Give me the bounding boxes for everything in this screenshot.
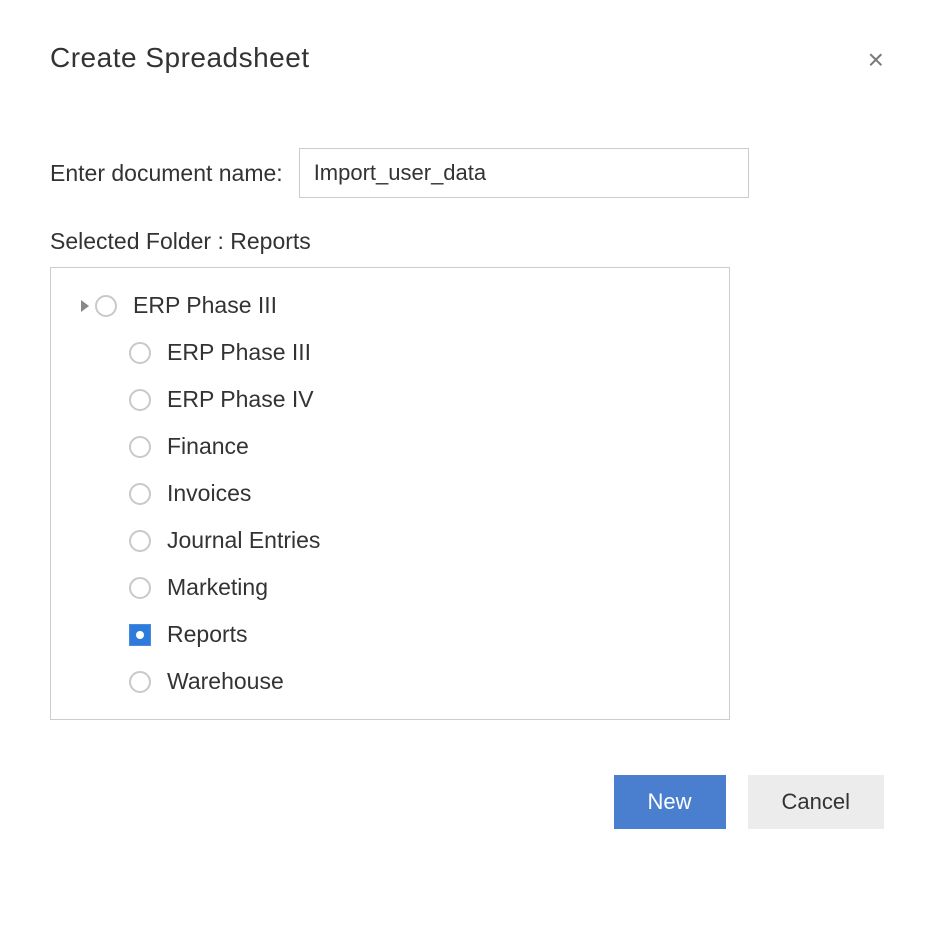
document-name-row: Enter document name: <box>50 148 892 198</box>
expand-caret-icon[interactable] <box>61 300 95 312</box>
folder-label: ERP Phase IV <box>167 386 314 413</box>
folder-label: Warehouse <box>167 668 284 695</box>
folder-tree[interactable]: ERP Phase III ERP Phase III ERP Phase IV Fi… <box>50 267 730 720</box>
new-button[interactable]: New <box>614 775 726 829</box>
dialog-title: Create Spreadsheet <box>50 42 310 74</box>
folder-item[interactable]: Warehouse <box>61 658 719 705</box>
folder-item[interactable]: Marketing <box>61 564 719 611</box>
folder-label: Marketing <box>167 574 268 601</box>
folder-radio[interactable] <box>129 342 151 364</box>
folder-radio[interactable] <box>129 436 151 458</box>
folder-item[interactable]: ERP Phase III <box>61 329 719 376</box>
folder-radio[interactable] <box>129 671 151 693</box>
folder-item[interactable]: Journal Entries <box>61 517 719 564</box>
folder-item[interactable]: ERP Phase III <box>61 282 719 329</box>
folder-radio[interactable] <box>129 530 151 552</box>
close-icon[interactable]: × <box>860 42 892 78</box>
folder-item[interactable]: Invoices <box>61 470 719 517</box>
cancel-button[interactable]: Cancel <box>748 775 884 829</box>
folder-label: Reports <box>167 621 248 648</box>
selected-folder-prefix: Selected Folder : <box>50 228 230 254</box>
folder-radio[interactable] <box>129 483 151 505</box>
folder-radio[interactable] <box>95 295 117 317</box>
document-name-input[interactable] <box>299 148 749 198</box>
folder-item[interactable]: Finance <box>61 423 719 470</box>
button-row: New Cancel <box>50 775 892 829</box>
create-spreadsheet-dialog: Create Spreadsheet × Enter document name… <box>0 0 942 871</box>
document-name-label: Enter document name: <box>50 160 283 187</box>
folder-label: Finance <box>167 433 249 460</box>
selected-folder-label: Selected Folder : Reports <box>50 228 892 255</box>
folder-radio[interactable] <box>129 624 151 646</box>
folder-label: ERP Phase III <box>167 339 311 366</box>
folder-label: Invoices <box>167 480 251 507</box>
selected-folder-name: Reports <box>230 228 311 254</box>
folder-label: Journal Entries <box>167 527 320 554</box>
folder-item[interactable]: Reports <box>61 611 719 658</box>
folder-radio[interactable] <box>129 577 151 599</box>
dialog-header: Create Spreadsheet × <box>50 42 892 78</box>
folder-label: ERP Phase III <box>133 292 277 319</box>
folder-radio[interactable] <box>129 389 151 411</box>
folder-item[interactable]: ERP Phase IV <box>61 376 719 423</box>
